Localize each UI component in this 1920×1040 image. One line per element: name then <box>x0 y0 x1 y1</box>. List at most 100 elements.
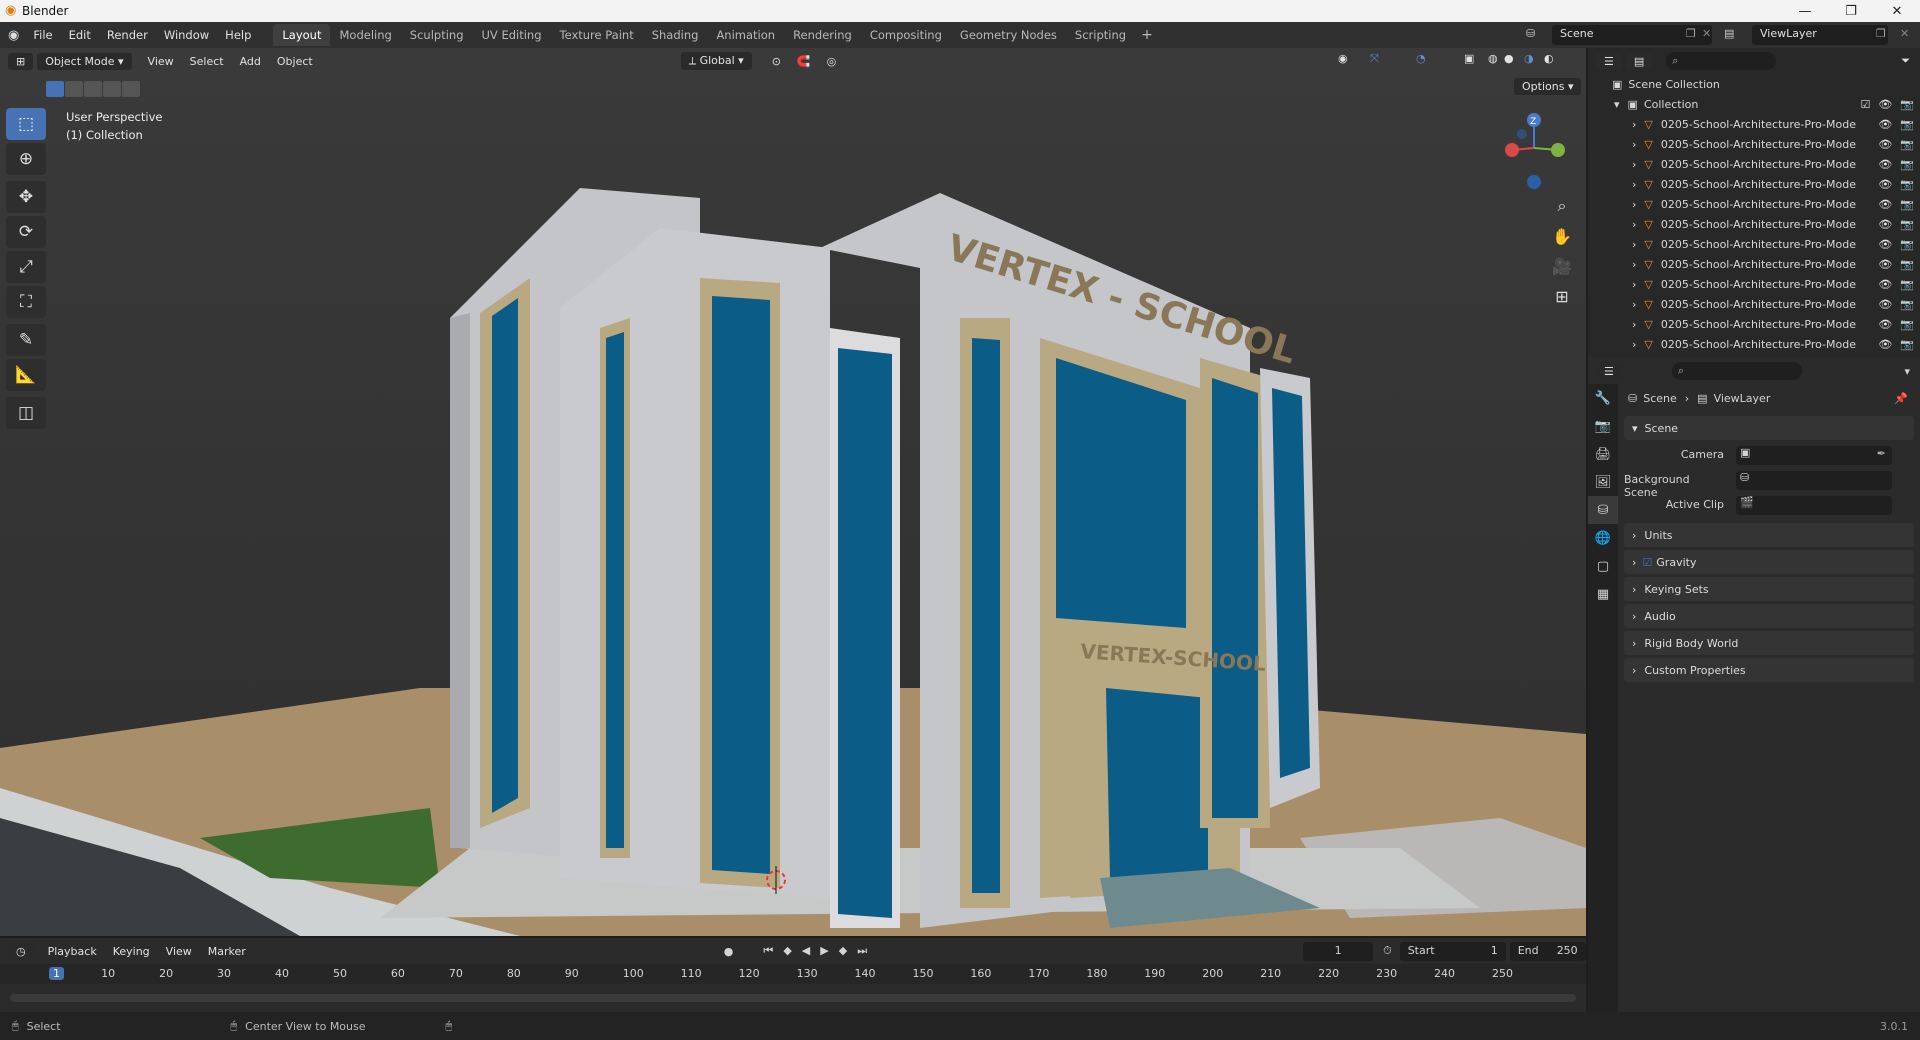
camera-icon[interactable]: 📷 <box>1900 198 1914 211</box>
outliner-item[interactable]: › ▽ 0205-School-Architecture-Pro-Mode 👁 📷 <box>1588 214 1920 234</box>
new-viewlayer-icon[interactable]: ❐ <box>1876 27 1886 40</box>
scene-collection-row[interactable]: ▣ Scene Collection <box>1588 74 1920 94</box>
eye-icon[interactable]: 👁 <box>1878 218 1892 231</box>
tab-sculpting[interactable]: Sculpting <box>401 24 473 46</box>
viewport-menu-add[interactable]: Add <box>232 55 269 68</box>
tab-rendering[interactable]: Rendering <box>784 24 861 46</box>
expand-icon[interactable]: › <box>1632 278 1636 291</box>
expand-icon[interactable]: › <box>1632 138 1636 151</box>
subtract-selection-icon[interactable] <box>84 81 102 97</box>
pivot-icon[interactable]: ⊙ <box>764 55 789 68</box>
eye-icon[interactable]: 👁 <box>1878 118 1892 131</box>
play-icon[interactable]: ▶ <box>820 944 828 958</box>
eye-icon[interactable]: 👁 <box>1878 318 1892 331</box>
expand-icon[interactable]: › <box>1632 258 1636 271</box>
xray-icon[interactable]: ▣ <box>1456 52 1482 65</box>
display-mode-icon[interactable]: ▤ <box>1625 52 1653 70</box>
outliner-item[interactable]: › ▽ 0205-School-Architecture-Pro-Mode 👁 📷 <box>1588 334 1920 354</box>
invert-selection-icon[interactable] <box>103 81 121 97</box>
expand-icon[interactable]: › <box>1632 298 1636 311</box>
camera-icon[interactable]: 📷 <box>1900 318 1914 331</box>
camera-icon[interactable]: 📷 <box>1900 158 1914 171</box>
viewport-menu-view[interactable]: View <box>140 55 182 68</box>
camera-icon[interactable]: 📷 <box>1900 298 1914 311</box>
play-reverse-icon[interactable]: ◀ <box>802 944 810 958</box>
transform-icon[interactable]: ⛶ <box>6 286 46 318</box>
ortho-grid-icon[interactable]: ⊞ <box>1548 282 1576 310</box>
eye-icon[interactable]: 👁 <box>1878 178 1892 191</box>
new-scene-icon[interactable]: ❐ <box>1686 27 1696 40</box>
timeline-scrollbar[interactable] <box>10 994 1576 1002</box>
outliner-item[interactable]: › ▽ 0205-School-Architecture-Pro-Mode 👁 📷 <box>1588 314 1920 334</box>
menu-render[interactable]: Render <box>99 28 156 42</box>
menu-edit[interactable]: Edit <box>61 28 99 42</box>
tab-texture-paint[interactable]: Texture Paint <box>551 24 643 46</box>
expand-icon[interactable]: › <box>1632 178 1636 191</box>
menu-file[interactable]: File <box>25 28 60 42</box>
outliner-item[interactable]: › ▽ 0205-School-Architecture-Pro-Mode 👁 📷 <box>1588 174 1920 194</box>
expand-icon[interactable]: › <box>1632 238 1636 251</box>
tab-modeling[interactable]: Modeling <box>330 24 400 46</box>
minimize-button[interactable]: — <box>1782 0 1828 22</box>
tool-tab-icon[interactable]: 🔧 <box>1588 384 1618 412</box>
expand-icon[interactable]: › <box>1632 338 1636 351</box>
viewport-menu-select[interactable]: Select <box>182 55 232 68</box>
end-frame-field[interactable]: End 250 <box>1509 941 1586 961</box>
intersect-selection-icon[interactable] <box>122 81 140 97</box>
scene-icon[interactable]: ⛁ <box>1526 27 1535 40</box>
pan-hand-icon[interactable]: ✋ <box>1548 222 1576 250</box>
expand-icon[interactable]: › <box>1632 158 1636 171</box>
gravity-checkbox[interactable]: ☑ <box>1642 556 1652 569</box>
properties-options-icon[interactable]: ▾ <box>1904 365 1910 378</box>
measure-icon[interactable]: 📐 <box>6 359 46 391</box>
rendered-shading-icon[interactable]: ◐ <box>1536 52 1562 65</box>
scale-icon[interactable]: ⤢ <box>6 251 46 283</box>
start-frame-field[interactable]: Start 1 <box>1399 941 1506 961</box>
frame-ruler[interactable]: 1 10 20 30 40 50 60 70 80 90 100 110 120 130 140 150 160… <box>0 964 1586 984</box>
eye-icon[interactable]: 👁 <box>1878 238 1892 251</box>
output-tab-icon[interactable]: 🖨 <box>1588 440 1618 468</box>
outliner-item[interactable]: › ▽ 0205-School-Architecture-Pro-Mode 👁 📷 <box>1588 234 1920 254</box>
collection-tab-icon[interactable]: ▢ <box>1588 552 1618 580</box>
eyedropper-icon[interactable]: ✒ <box>1877 447 1886 460</box>
timeline-editor-type-icon[interactable]: ◷ <box>8 942 34 960</box>
camera-icon[interactable]: 📷 <box>1900 238 1914 251</box>
active-clip-field[interactable]: 🎬 <box>1736 496 1892 515</box>
gizmo-icon[interactable]: ⤧ <box>1362 52 1387 66</box>
eye-icon[interactable]: 👁 <box>1878 338 1892 351</box>
section-gravity[interactable]: › ☑ Gravity <box>1624 550 1914 574</box>
next-keyframe-icon[interactable]: ◆ <box>839 944 847 958</box>
camera-field[interactable]: ▣ ✒ <box>1736 446 1892 465</box>
section-keying-sets[interactable]: › Keying Sets <box>1624 577 1914 601</box>
section-units[interactable]: › Units <box>1624 523 1914 547</box>
view-layer-tab-icon[interactable]: 🖼 <box>1588 468 1618 496</box>
timeline-menu-keying[interactable]: Keying <box>105 945 158 958</box>
extend-selection-icon[interactable] <box>65 81 83 97</box>
outliner-item[interactable]: › ▽ 0205-School-Architecture-Pro-Mode 👁 📷 <box>1588 274 1920 294</box>
world-tab-icon[interactable]: 🌐 <box>1588 524 1618 552</box>
viewport-menu-object[interactable]: Object <box>269 55 321 68</box>
camera-view-icon[interactable]: 🎥 <box>1548 252 1576 280</box>
delete-scene-icon[interactable]: ✕ <box>1702 27 1711 40</box>
timeline-menu-view[interactable]: View <box>158 945 200 958</box>
exclude-checkbox[interactable]: ☑ <box>1860 98 1870 111</box>
overlays-icon[interactable]: ◔ <box>1408 52 1434 65</box>
tab-layout[interactable]: Layout <box>273 24 331 46</box>
camera-icon[interactable]: 📷 <box>1900 138 1914 151</box>
section-rigid-body-world[interactable]: › Rigid Body World <box>1624 631 1914 655</box>
move-icon[interactable]: ✥ <box>6 181 46 213</box>
annotate-icon[interactable]: ✎ <box>6 324 46 356</box>
3d-viewport[interactable]: VERTEX - SCHOOL VERTEX-SCHOOL <box>0 48 1586 936</box>
mode-selector[interactable]: Object Mode ▾ <box>37 52 132 70</box>
filter-icon[interactable]: ⏷ <box>1901 54 1910 68</box>
eye-icon[interactable]: 👁 <box>1878 258 1892 271</box>
camera-icon[interactable]: 📷 <box>1900 278 1914 291</box>
eye-icon[interactable]: 👁 <box>1878 158 1892 171</box>
outliner-item[interactable]: › ▽ 0205-School-Architecture-Pro-Mode 👁 📷 <box>1588 194 1920 214</box>
tab-geometry-nodes[interactable]: Geometry Nodes <box>951 24 1066 46</box>
tab-scripting[interactable]: Scripting <box>1066 24 1135 46</box>
section-custom-properties[interactable]: › Custom Properties <box>1624 658 1914 682</box>
expand-icon[interactable]: › <box>1632 218 1636 231</box>
rotate-icon[interactable]: ⟳ <box>6 216 46 248</box>
outliner-item[interactable]: › ▽ 0205-School-Architecture-Pro-Mode 👁 📷 <box>1588 134 1920 154</box>
